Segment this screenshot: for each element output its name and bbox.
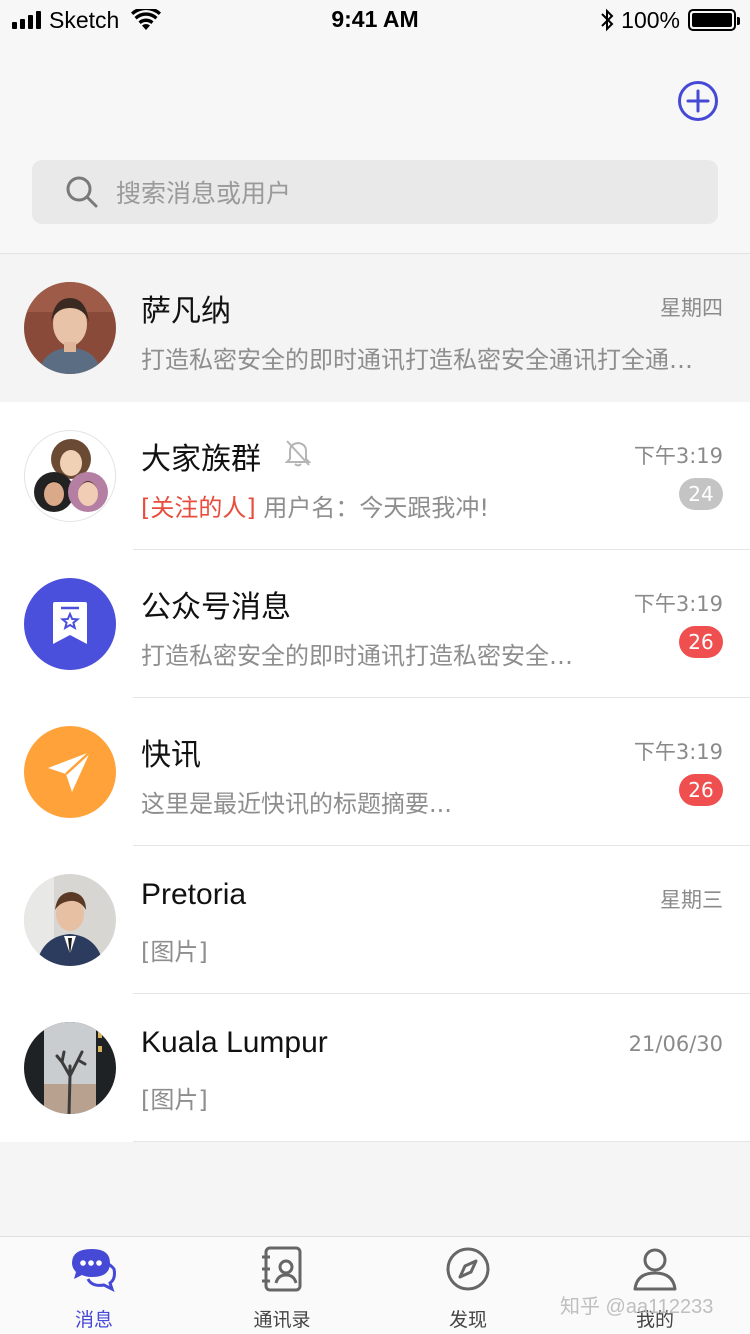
plus-circle-icon[interactable] bbox=[677, 80, 719, 122]
avatar bbox=[24, 282, 116, 374]
chat-preview: 这里是最近快讯的标题摘要... bbox=[141, 790, 452, 818]
tab-label: 消息 bbox=[74, 1309, 113, 1331]
unread-badge: 24 bbox=[679, 478, 723, 510]
chat-time: 下午3:19 bbox=[633, 444, 723, 468]
bluetooth-icon bbox=[601, 8, 614, 32]
chat-time: 下午3:19 bbox=[633, 592, 723, 616]
tab-label: 发现 bbox=[448, 1309, 487, 1331]
chat-preview: [图片] bbox=[141, 938, 208, 966]
chat-bubble-icon bbox=[72, 1249, 116, 1292]
battery-percent: 100% bbox=[621, 6, 680, 33]
chat-item-news-flash[interactable]: 快讯 下午3:19 这里是最近快讯的标题摘要... 26 bbox=[0, 698, 750, 846]
news-avatar bbox=[24, 726, 116, 818]
bell-muted-icon bbox=[284, 440, 312, 467]
unread-badge: 26 bbox=[679, 626, 723, 658]
chat-name: 萨凡纳 bbox=[141, 294, 231, 329]
chat-preview: [图片] bbox=[141, 1086, 208, 1114]
tab-bar: 消息 通讯录 发现 我的 bbox=[0, 1236, 750, 1334]
tab-messages[interactable]: 消息 bbox=[39, 1245, 149, 1332]
search-input[interactable]: 搜索消息或用户 bbox=[32, 160, 718, 224]
status-bar: Sketch 9:41 AM 100% bbox=[0, 0, 750, 40]
compass-icon bbox=[446, 1247, 490, 1291]
group-avatar bbox=[24, 430, 116, 522]
chat-preview: [关注的人] 用户名：今天跟我冲! bbox=[141, 488, 661, 523]
avatar bbox=[24, 1022, 116, 1114]
chat-item-official-accounts[interactable]: 公众号消息 下午3:19 打造私密安全的即时通讯打造私密安全… 26 bbox=[0, 550, 750, 698]
divider bbox=[133, 1141, 750, 1142]
search-icon bbox=[66, 176, 98, 208]
chat-list: 萨凡纳 星期四 打造私密安全的即时通讯打造私密安全通讯打全通讯… 大家族群 下午… bbox=[0, 254, 750, 1142]
battery-icon bbox=[688, 9, 740, 31]
chat-item-family-group[interactable]: 大家族群 下午3:19 [关注的人] 用户名：今天跟我冲! 24 bbox=[0, 402, 750, 550]
chat-time: 星期四 bbox=[660, 296, 723, 320]
chat-time: 21/06/30 bbox=[628, 1032, 723, 1056]
battery-level bbox=[692, 13, 732, 27]
chat-name: 公众号消息 bbox=[141, 590, 291, 625]
chat-time: 星期三 bbox=[660, 888, 723, 912]
unread-badge: 26 bbox=[679, 774, 723, 806]
search-placeholder: 搜索消息或用户 bbox=[116, 179, 292, 208]
official-account-avatar bbox=[24, 578, 116, 670]
tab-label: 通讯录 bbox=[253, 1309, 311, 1331]
bookmark-star-icon bbox=[53, 602, 87, 644]
header: 搜索消息或用户 bbox=[0, 40, 750, 254]
chat-item-kuala-lumpur[interactable]: Kuala Lumpur 21/06/30 [图片] bbox=[0, 994, 750, 1142]
chat-name: Kuala Lumpur bbox=[141, 1026, 328, 1059]
chat-name: 大家族群 bbox=[141, 442, 261, 477]
chat-item-savannah[interactable]: 萨凡纳 星期四 打造私密安全的即时通讯打造私密安全通讯打全通讯… bbox=[0, 254, 750, 402]
tab-contacts[interactable]: 通讯录 bbox=[227, 1245, 337, 1332]
paper-plane-icon bbox=[48, 751, 91, 792]
watermark: 知乎 @aa112233 bbox=[560, 1296, 714, 1318]
chat-time: 下午3:19 bbox=[633, 740, 723, 764]
chat-name: Pretoria bbox=[141, 878, 247, 911]
chat-item-pretoria[interactable]: Pretoria 星期三 [图片] bbox=[0, 846, 750, 994]
user-icon bbox=[633, 1248, 677, 1291]
preview-text: 用户名：今天跟我冲! bbox=[263, 494, 489, 522]
chat-preview: 打造私密安全的即时通讯打造私密安全通讯打全通讯… bbox=[141, 346, 716, 374]
chat-preview: 打造私密安全的即时通讯打造私密安全… bbox=[141, 642, 573, 670]
contacts-book-icon bbox=[262, 1246, 302, 1292]
mention-tag: [关注的人] bbox=[141, 494, 256, 522]
avatar bbox=[24, 874, 116, 966]
tab-discover[interactable]: 发现 bbox=[413, 1245, 523, 1332]
chat-name: 快讯 bbox=[141, 738, 201, 773]
